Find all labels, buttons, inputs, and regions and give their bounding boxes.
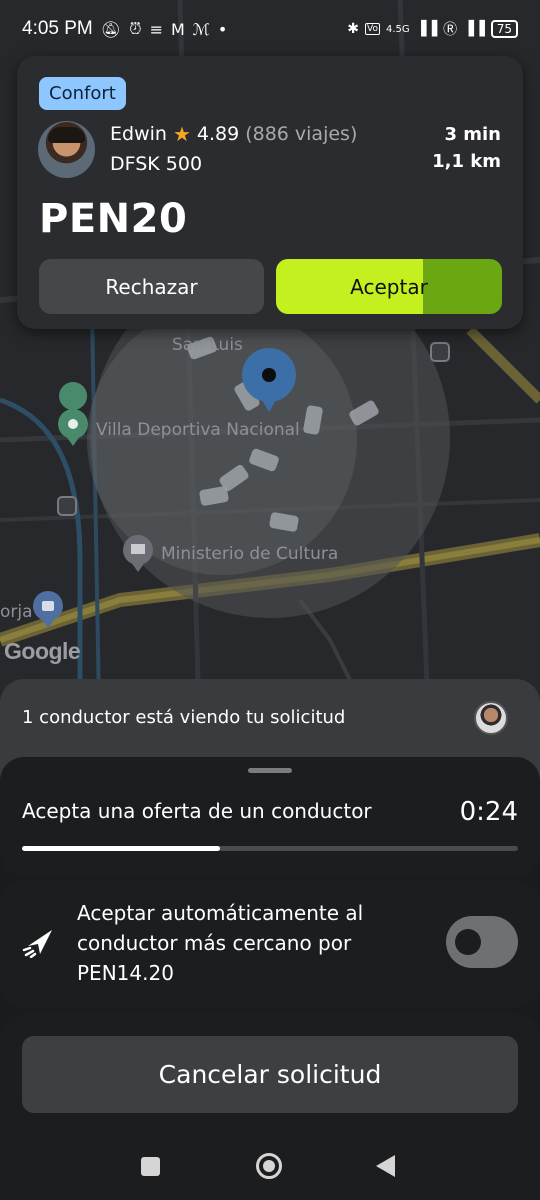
alarm-icon: ⏰︎ — [129, 19, 142, 38]
category-badge: Confort — [39, 77, 126, 110]
star-icon: ★ — [172, 122, 191, 146]
registered-icon: Ⓡ — [443, 22, 458, 38]
driver-name: Edwin — [110, 123, 167, 145]
battery-icon: 75 — [490, 20, 518, 38]
auto-accept-text: Aceptar automáticamente al conductor más… — [77, 901, 364, 985]
signal-icon: ▐▐ — [415, 21, 438, 37]
offer-price: PEN20 — [39, 196, 188, 242]
countdown-timer: 0:24 — [459, 797, 518, 827]
driver-avatar — [38, 121, 95, 178]
eta-time: 3 min — [444, 124, 501, 145]
map-label-partial: orja — [0, 602, 33, 622]
countdown-progress-fill — [22, 846, 221, 851]
network-type: 4.5G — [385, 23, 410, 35]
movistar-icon: ℳ — [192, 19, 210, 39]
car-model: DFSK 500 — [110, 153, 203, 175]
volte-icon: Vo — [365, 23, 380, 35]
driver-info: Edwin ★ 4.89 (886 viajes) — [110, 122, 357, 146]
recents-button-icon[interactable] — [141, 1157, 160, 1176]
status-bar: 4:05 PM 🔕︎ ⏰︎ ≡ M ℳ • ✱ Vo 4.5G ▐▐ Ⓡ ▐▐ … — [0, 0, 540, 58]
toggle-knob — [455, 929, 481, 955]
map-label-san-luis: San Luis — [172, 335, 243, 355]
auto-accept-toggle[interactable] — [446, 916, 518, 968]
driver-offer-card: Confort Edwin ★ 4.89 (886 viajes) DFSK 5… — [17, 56, 523, 329]
offer-wait-panel: Acepta una oferta de un conductor 0:24 — [0, 757, 540, 877]
distance: 1,1 km — [432, 151, 501, 172]
back-button-icon[interactable] — [376, 1155, 395, 1177]
google-attribution: Google — [4, 638, 81, 664]
driver-trips: (886 viajes) — [245, 123, 358, 145]
layers-icon: ≡ — [149, 19, 163, 39]
map-label-villa-deportiva: Villa Deportiva Nacional — [96, 420, 300, 440]
countdown-progress — [22, 846, 518, 851]
map-label-ministerio-cultura: Ministerio de Cultura — [161, 544, 339, 564]
auto-accept-panel: Aceptar automáticamente al conductor más… — [0, 880, 540, 1008]
home-button-icon[interactable] — [256, 1153, 282, 1179]
paper-plane-icon — [22, 930, 52, 958]
system-icons: ✱ Vo 4.5G ▐▐ Ⓡ ▐▐ 75 — [347, 19, 518, 39]
accept-button[interactable]: Aceptar — [276, 259, 502, 314]
gmail-icon: M — [170, 19, 185, 39]
android-nav-bar — [0, 1132, 540, 1200]
status-time: 4:05 PM — [22, 18, 93, 39]
bluetooth-icon: ✱ — [347, 21, 359, 37]
reject-button[interactable]: Rechazar — [39, 259, 264, 314]
drag-handle[interactable] — [248, 768, 292, 773]
viewer-avatar — [474, 701, 508, 735]
notification-icons: 🔕︎ ⏰︎ ≡ M ℳ • — [101, 19, 228, 39]
driver-rating: 4.89 — [196, 123, 240, 145]
wifi-signal-icon: ▐▐ — [463, 21, 485, 37]
viewers-text: 1 conductor está viendo tu solicitud — [22, 707, 346, 728]
mute-icon: 🔕︎ — [100, 19, 122, 39]
cancel-request-button[interactable]: Cancelar solicitud — [22, 1036, 518, 1113]
offer-wait-text: Acepta una oferta de un conductor — [22, 799, 372, 823]
dot-icon: • — [217, 19, 228, 39]
